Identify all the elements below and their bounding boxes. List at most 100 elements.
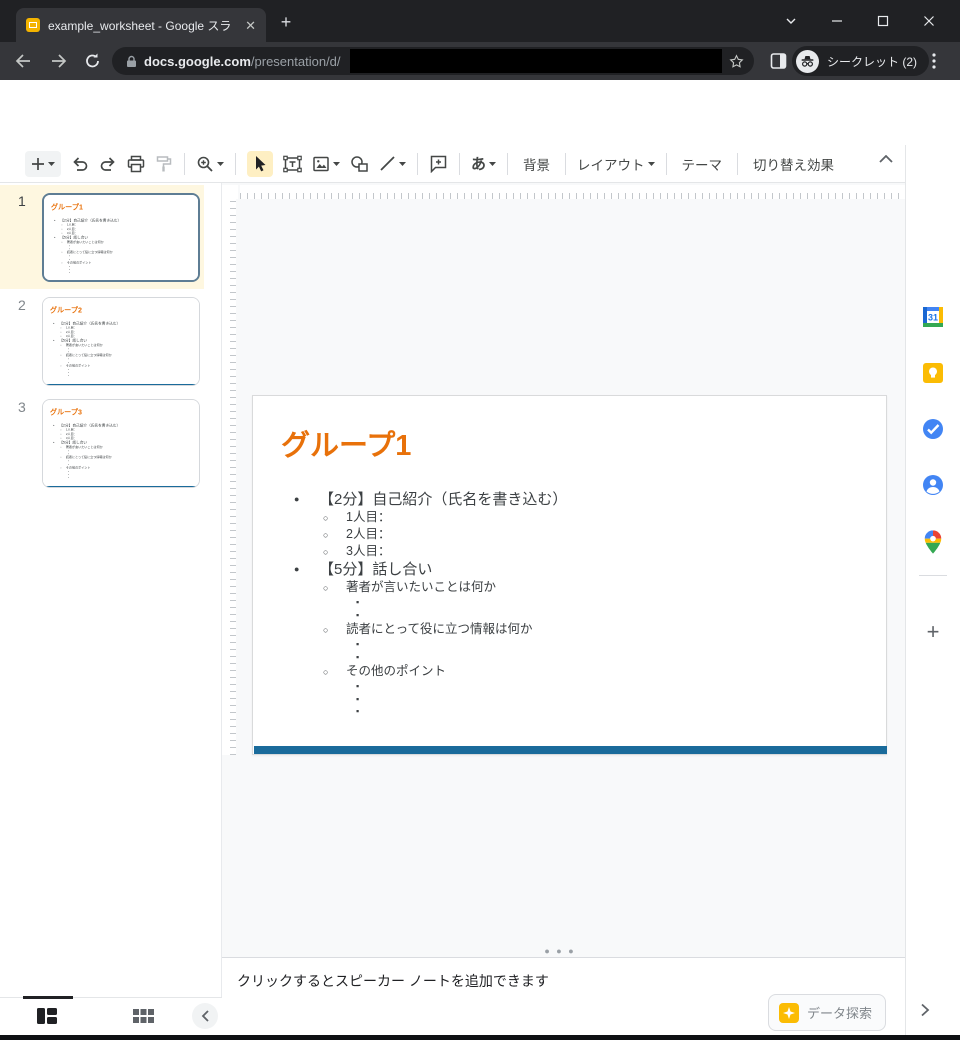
google-calendar-icon[interactable]: 31: [921, 305, 945, 329]
slide-thumbnail-row[interactable]: 3グループ3【2分】自己紹介（氏名を書き込む）1人目：2人目：3人目：【5分】話…: [0, 391, 204, 495]
insert-shape-button[interactable]: [350, 155, 369, 173]
slide-bullet[interactable]: [253, 705, 874, 718]
filmstrip-view-icon[interactable]: [36, 1006, 58, 1026]
slide-accent-bar: [44, 281, 200, 282]
browser-menu-icon[interactable]: [932, 53, 936, 69]
thumbnail-slide[interactable]: グループ2【2分】自己紹介（氏名を書き込む）1人目：2人目：3人目：【5分】話し…: [42, 297, 200, 386]
view-switcher-bar: [0, 997, 222, 1035]
window-menu-icon[interactable]: [768, 0, 814, 42]
new-slide-button[interactable]: [25, 151, 61, 177]
google-contacts-icon[interactable]: [921, 473, 945, 497]
url-bar[interactable]: docs.google.com/presentation/d/: [112, 47, 754, 75]
slide-bullet[interactable]: 2人目：: [253, 526, 874, 543]
grid-view-icon[interactable]: [132, 1006, 154, 1026]
thumbnail-number: 1: [18, 193, 26, 209]
window-bottom-edge: [0, 1035, 960, 1040]
window-maximize-icon[interactable]: [860, 0, 906, 42]
window-close-icon[interactable]: [906, 0, 952, 42]
url-host: docs.google.com: [144, 54, 251, 69]
incognito-icon: [796, 50, 819, 73]
select-tool-button[interactable]: [247, 151, 273, 177]
collapse-filmstrip-icon[interactable]: [192, 1003, 218, 1029]
url-redacted-box: [350, 49, 722, 73]
slide-bullet[interactable]: 1人目：: [253, 509, 874, 526]
current-slide[interactable]: グループ1 【2分】自己紹介（氏名を書き込む）1人目：2人目：3人目：【5分】話し…: [252, 395, 887, 755]
text-box-button[interactable]: [283, 155, 302, 173]
new-tab-button[interactable]: +: [276, 12, 296, 33]
filmstrip-panel: 1 グループ1【2分】自己紹介（氏名を書き込む）1人目：2人目：3人目：【5分】話…: [0, 183, 222, 997]
slide-bullet[interactable]: [253, 609, 874, 622]
background-button[interactable]: 背景: [523, 154, 550, 174]
thumbnail-mini-slide: グループ1【2分】自己紹介（氏名を書き込む）1人目：2人目：3人目：【5分】話し…: [44, 195, 200, 282]
redo-button[interactable]: [99, 156, 117, 172]
reload-icon[interactable]: [84, 53, 101, 70]
google-tasks-icon[interactable]: [921, 417, 945, 441]
paint-format-button[interactable]: [155, 155, 173, 173]
app-header: example_worksheet ファイル編集表示挿入表示形式スライド配置 ス…: [0, 80, 960, 145]
transition-button[interactable]: 切り替え効果: [753, 154, 834, 174]
slide-bullet[interactable]: その他のポイント: [253, 663, 874, 680]
browser-titlebar: example_worksheet - Google スラ ✕ +: [0, 0, 960, 42]
slide-bullet: [43, 374, 196, 377]
side-panel-icon[interactable]: [770, 53, 787, 70]
undo-button[interactable]: [71, 156, 89, 172]
expand-notes-chevron-icon[interactable]: [920, 1003, 930, 1017]
add-addon-icon[interactable]: +: [927, 619, 940, 645]
slide-bullet: [43, 476, 196, 479]
layout-button[interactable]: レイアウト: [577, 154, 655, 174]
slide-bullet[interactable]: [253, 596, 874, 609]
window-minimize-icon[interactable]: [814, 0, 860, 42]
notes-resize-handle[interactable]: ● ● ●: [540, 946, 580, 956]
speaker-notes-panel[interactable]: クリックするとスピーカー ノートを追加できます データ探索: [222, 957, 905, 1035]
slide-bullet[interactable]: 読者にとって役に立つ情報は何か: [253, 621, 874, 638]
thumbnail-slide[interactable]: グループ3【2分】自己紹介（氏名を書き込む）1人目：2人目：3人目：【5分】話し…: [42, 399, 200, 488]
text-format-label: あ: [471, 153, 486, 174]
theme-button[interactable]: テーマ: [682, 154, 723, 174]
slide-body[interactable]: 【2分】自己紹介（氏名を書き込む）1人目：2人目：3人目：【5分】話し合い著者が…: [253, 490, 874, 718]
slide-accent-bar: [43, 384, 199, 386]
print-button[interactable]: [127, 155, 145, 173]
google-keep-icon[interactable]: [921, 361, 945, 385]
tab-title: example_worksheet - Google スラ: [48, 17, 237, 34]
image-caret-icon: [333, 162, 340, 166]
slide-bullet[interactable]: [253, 638, 874, 651]
slide-bullet[interactable]: [253, 693, 874, 706]
speaker-notes-placeholder[interactable]: クリックするとスピーカー ノートを追加できます: [237, 971, 549, 991]
slide-bullet[interactable]: [253, 651, 874, 664]
slide-bullet[interactable]: [253, 680, 874, 693]
google-side-panel: 31 +: [905, 145, 960, 1035]
bookmark-star-icon[interactable]: [729, 54, 744, 69]
slide-bullet[interactable]: 3人目：: [253, 543, 874, 560]
thumbnail-mini-slide: グループ3【2分】自己紹介（氏名を書き込む）1人目：2人目：3人目：【5分】話し…: [43, 400, 199, 488]
slide-thumbnail-row[interactable]: 2 グループ2【2分】自己紹介（氏名を書き込む）1人目：2人目：3人目：【5分】話…: [0, 289, 204, 393]
collapse-toolbar-icon[interactable]: [879, 155, 893, 163]
insert-image-button[interactable]: [312, 155, 340, 173]
text-format-button[interactable]: あ: [471, 153, 496, 174]
slide-bullet[interactable]: 【2分】自己紹介（氏名を書き込む）: [253, 490, 874, 509]
thumbnail-number: 2: [18, 297, 26, 313]
slide-body: 【2分】自己紹介（氏名を書き込む）1人目：2人目：3人目：【5分】話し合い著者が…: [43, 423, 196, 479]
slide-thumbnail-row[interactable]: 1 グループ1【2分】自己紹介（氏名を書き込む）1人目：2人目：3人目：【5分】話…: [0, 185, 204, 289]
layout-label: レイアウト: [577, 154, 645, 174]
layout-caret-icon: [648, 162, 655, 166]
insert-comment-button[interactable]: [429, 154, 448, 173]
insert-line-button[interactable]: [379, 155, 406, 172]
horizontal-ruler: [240, 185, 905, 199]
zoom-button[interactable]: [196, 155, 224, 173]
thumbnail-slide[interactable]: グループ1【2分】自己紹介（氏名を書き込む）1人目：2人目：3人目：【5分】話し…: [42, 193, 200, 282]
incognito-label: シークレット (2): [827, 53, 917, 70]
slide-title[interactable]: グループ1: [281, 422, 411, 464]
tab-close-icon[interactable]: ✕: [245, 19, 256, 32]
incognito-badge[interactable]: シークレット (2): [792, 46, 929, 76]
sidebar-divider: [919, 575, 947, 576]
back-icon[interactable]: [14, 53, 32, 69]
slide-bullet[interactable]: 著者が言いたいことは何か: [253, 579, 874, 596]
explore-button[interactable]: データ探索: [768, 994, 886, 1031]
forward-icon[interactable]: [50, 53, 68, 69]
slide-bullet[interactable]: 【5分】話し合い: [253, 560, 874, 579]
slide-accent-bar: [43, 486, 199, 488]
lock-icon: [126, 55, 137, 68]
line-caret-icon: [399, 162, 406, 166]
google-maps-icon[interactable]: [923, 529, 943, 555]
browser-tab[interactable]: example_worksheet - Google スラ ✕: [16, 8, 266, 42]
